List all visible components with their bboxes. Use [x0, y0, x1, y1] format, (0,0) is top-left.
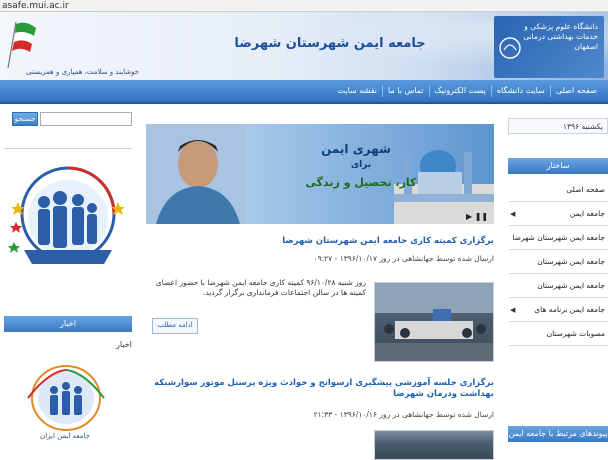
menu-item-label: مصوبات شهرستان — [546, 329, 605, 338]
menu-item-label: جامعه ایمن شهرستان شهرضا — [512, 233, 605, 242]
slider-headline: شهری ایمن — [321, 142, 391, 156]
related-links-header: پیوندهای مرتبط با جامعه ایمن — [508, 426, 608, 442]
article-meta: ارسال شده توسط جهانشاهی در روز ۱۳۹۶/۱۰/۱… — [313, 254, 494, 263]
read-more-button[interactable]: ادامه مطلب — [152, 318, 198, 334]
nav-item-contact[interactable]: تماس با ما — [381, 85, 429, 97]
article-card: برگزاری کمیته کاری جامعه ایمن شهرستان شه… — [146, 232, 494, 366]
university-name: دانشگاه علوم پزشکی و خدمات بهداشتی درمان… — [523, 22, 598, 51]
site-title: جامعه ایمن شهرستان شهرضا — [234, 36, 426, 51]
menu-item[interactable]: جامعه ایمن شهرستان — [508, 274, 608, 298]
article-photo[interactable] — [374, 430, 494, 460]
left-sidebar: جستجو جامعه ایمن شهرضا اخبار اخبار جامعه… — [0, 108, 136, 458]
search-input[interactable] — [40, 112, 132, 126]
article-title[interactable]: برگزاری کمیته کاری جامعه ایمن شهرستان شه… — [146, 236, 494, 247]
menu-header: ساختار — [508, 158, 608, 174]
news-header: اخبار — [4, 316, 132, 332]
chevron-left-icon: ◀ — [510, 306, 516, 314]
right-sidebar: یکشنبه ۱۳۹۶ ساختار صفحه اصلی ◀ جامعه ایمن… — [502, 108, 608, 458]
search-button[interactable]: جستجو — [12, 112, 38, 126]
meeting-photo — [375, 283, 493, 361]
side-menu: صفحه اصلی ◀ جامعه ایمن جامعه ایمن شهرستان… — [508, 178, 608, 346]
logo-caption: جامعه ایمن شهرضا — [35, 270, 101, 279]
article-photo[interactable] — [374, 282, 494, 362]
nav-item-university-site[interactable]: سایت دانشگاه — [490, 85, 550, 97]
menu-item-label: جامعه ایمن شهرستان — [537, 281, 605, 290]
nav-item-sitemap[interactable]: نقشه سایت — [333, 85, 382, 97]
circle-logo-caption: جامعه ایمن ایران — [40, 432, 90, 440]
menu-item-label: صفحه اصلی — [566, 185, 605, 194]
main-content: شهری ایمن برای کار، تحصیل و زندگی ▶ ❚❚ ب… — [140, 108, 498, 460]
menu-item[interactable]: ◀ جامعه ایمن — [508, 202, 608, 226]
iran-flag-icon — [7, 21, 36, 69]
menu-item[interactable]: جامعه ایمن شهرستان شهرضا — [508, 226, 608, 250]
slider-tagline: کار، تحصیل و زندگی — [305, 176, 417, 189]
chevron-left-icon: ◀ — [510, 210, 516, 218]
article-summary: روز شنبه ۹۶/۱۰/۲۸ کمیته کاری جامعه ایمن … — [155, 278, 366, 297]
article-card: برگزاری جلسه آموزشی پیشگیری ازسوانح و حو… — [146, 374, 494, 460]
menu-item[interactable]: ◀ جامعه ایمن برنامه های — [508, 298, 608, 322]
article-meta: ارسال شده توسط جهانشاهی در روز ۱۳۹۶/۱۰/۱… — [313, 410, 494, 419]
date-display: یکشنبه ۱۳۹۶ — [508, 118, 608, 134]
iran-safe-community-logo[interactable] — [8, 364, 124, 440]
slider-controls[interactable]: ▶ ❚❚ — [466, 212, 488, 221]
nav-item-home[interactable]: صفحه اصلی — [549, 85, 602, 97]
slider-subline: برای — [350, 160, 372, 170]
menu-item-label: جامعه ایمن برنامه های — [534, 305, 605, 314]
menu-item[interactable]: جامعه ایمن شهرستان — [508, 250, 608, 274]
menu-item[interactable]: مصوبات شهرستان — [508, 322, 608, 346]
article-title[interactable]: برگزاری جلسه آموزشی پیشگیری ازسوانح و حو… — [146, 378, 494, 400]
pause-icon[interactable]: ❚❚ — [475, 212, 488, 221]
safe-community-logo[interactable] — [4, 162, 132, 282]
tagline: خوشایند و سلامت، همیاری و همزیستی — [26, 68, 140, 76]
site-banner: خوشایند و سلامت، همیاری و همزیستی جامعه … — [0, 12, 608, 80]
play-icon[interactable]: ▶ — [466, 212, 472, 221]
banner-slider[interactable]: شهری ایمن برای کار، تحصیل و زندگی — [146, 124, 494, 224]
soldier-portrait — [146, 124, 246, 224]
mosque-image — [394, 150, 494, 224]
main-navigation: صفحه اصلی سایت دانشگاه پست الکترونیک تما… — [0, 80, 608, 104]
divider — [4, 148, 132, 149]
news-label[interactable]: اخبار — [116, 340, 132, 349]
address-bar[interactable]: asafe.mui.ac.ir — [0, 0, 608, 12]
menu-item-label: جامعه ایمن شهرستان — [537, 257, 605, 266]
menu-item-label: جامعه ایمن — [569, 209, 605, 218]
menu-item[interactable]: صفحه اصلی — [508, 178, 608, 202]
nav-item-email[interactable]: پست الکترونیک — [428, 85, 491, 97]
